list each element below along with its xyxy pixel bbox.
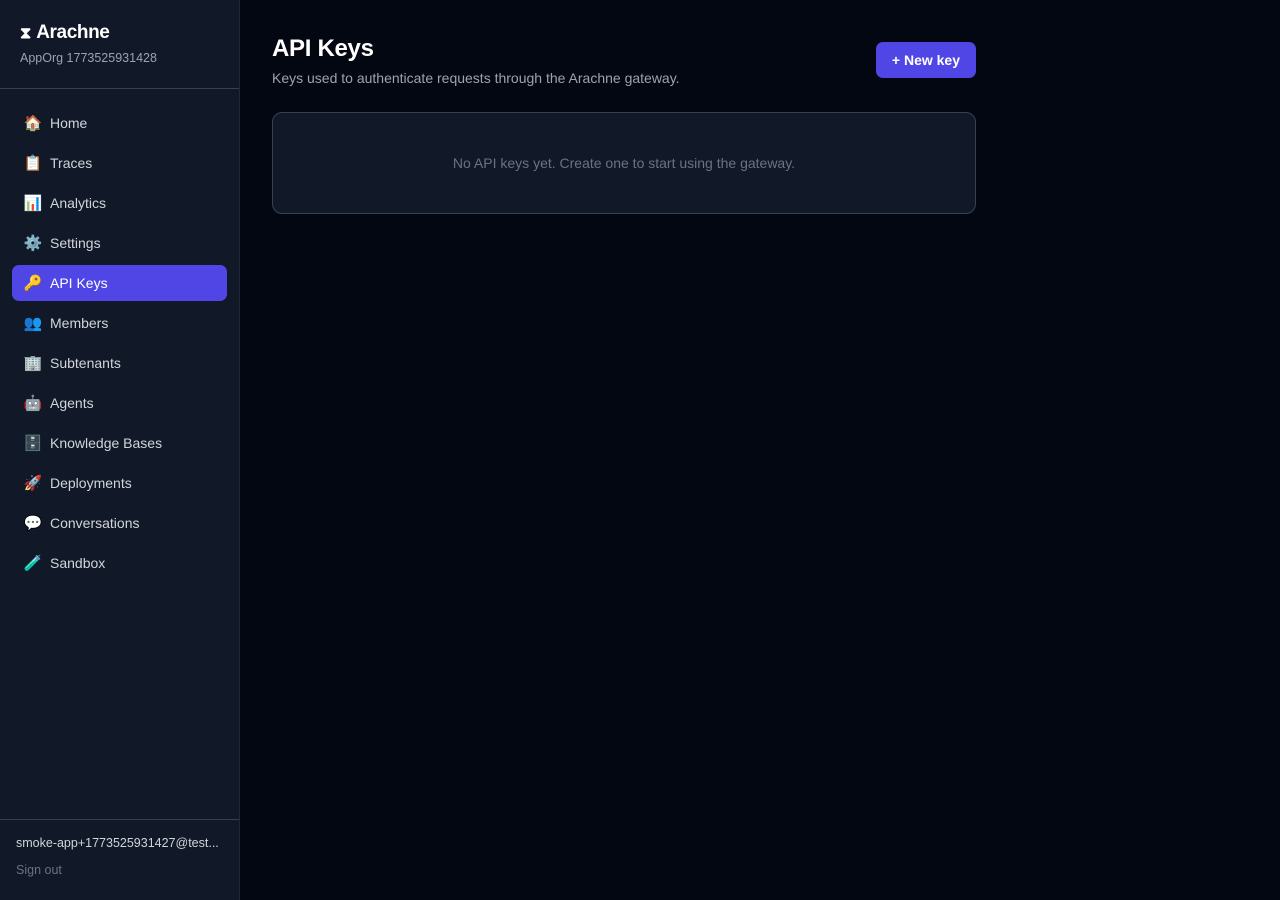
sidebar-item-agents[interactable]: 🤖 Agents xyxy=(12,385,227,421)
building-icon: 🏢 xyxy=(23,354,43,372)
home-icon: 🏠 xyxy=(23,114,43,132)
sidebar-item-label: Members xyxy=(50,315,109,331)
sidebar-footer: smoke-app+1773525931427@test... Sign out xyxy=(0,819,239,900)
sidebar-item-traces[interactable]: 📋 Traces xyxy=(12,145,227,181)
sidebar-item-label: Traces xyxy=(50,155,93,171)
file-cabinet-icon: 🗄️ xyxy=(23,434,43,452)
user-email: smoke-app+1773525931427@test... xyxy=(16,836,219,850)
brand-row: ⧗ Arachne xyxy=(20,22,219,44)
gear-icon: ⚙️ xyxy=(23,234,43,252)
sidebar-item-subtenants[interactable]: 🏢 Subtenants xyxy=(12,345,227,381)
sidebar-item-label: Home xyxy=(50,115,88,131)
sidebar-item-label: Knowledge Bases xyxy=(50,435,163,451)
sidebar-item-conversations[interactable]: 💬 Conversations xyxy=(12,505,227,541)
robot-icon: 🤖 xyxy=(23,394,43,412)
sidebar-item-deployments[interactable]: 🚀 Deployments xyxy=(12,465,227,501)
sidebar-item-home[interactable]: 🏠 Home xyxy=(12,105,227,141)
sidebar-item-settings[interactable]: ⚙️ Settings xyxy=(12,225,227,261)
sidebar: ⧗ Arachne AppOrg 1773525931428 🏠 Home 📋 Tra… xyxy=(0,0,240,900)
sidebar-nav: 🏠 Home 📋 Traces 📊 Analytics ⚙️ Settings 🔑 API Key… xyxy=(0,89,239,819)
empty-state-card: No API keys yet. Create one to start usi… xyxy=(272,112,976,214)
people-icon: 👥 xyxy=(23,314,43,332)
empty-state-message: No API keys yet. Create one to start usi… xyxy=(452,155,796,171)
sidebar-item-label: Settings xyxy=(50,235,101,251)
bar-chart-icon: 📊 xyxy=(23,194,43,212)
test-tube-icon: 🧪 xyxy=(23,554,43,572)
sidebar-item-label: Deployments xyxy=(50,475,132,491)
new-key-button[interactable]: + New key xyxy=(875,42,976,78)
page-header: API Keys Keys used to authenticate reque… xyxy=(272,34,976,86)
arachne-logo-icon: ⧗ xyxy=(20,23,32,42)
page-heading-group: API Keys Keys used to authenticate reque… xyxy=(272,34,680,86)
sidebar-item-knowledge-bases[interactable]: 🗄️ Knowledge Bases xyxy=(12,425,227,461)
key-icon: 🔑 xyxy=(23,274,43,292)
sidebar-item-label: Analytics xyxy=(50,195,107,211)
sign-out-link[interactable]: Sign out xyxy=(16,863,62,877)
org-name: AppOrg 1773525931428 xyxy=(20,51,157,65)
page-subtitle: Keys used to authenticate requests throu… xyxy=(272,70,680,86)
sidebar-item-label: Conversations xyxy=(50,515,140,531)
brand-name: Arachne xyxy=(36,22,110,43)
sidebar-item-label: Agents xyxy=(50,395,94,411)
sidebar-item-label: Subtenants xyxy=(50,355,121,371)
page-title: API Keys xyxy=(272,35,374,62)
speech-bubble-icon: 💬 xyxy=(23,514,43,532)
main-content: API Keys Keys used to authenticate reque… xyxy=(240,0,1280,900)
brand-header: ⧗ Arachne AppOrg 1773525931428 xyxy=(0,0,239,89)
sidebar-item-api-keys[interactable]: 🔑 API Keys xyxy=(12,265,227,301)
sidebar-item-analytics[interactable]: 📊 Analytics xyxy=(12,185,227,221)
sidebar-item-label: API Keys xyxy=(50,275,108,291)
sidebar-item-members[interactable]: 👥 Members xyxy=(12,305,227,341)
app-root: ⧗ Arachne AppOrg 1773525931428 🏠 Home 📋 Tra… xyxy=(0,0,1280,900)
clipboard-icon: 📋 xyxy=(23,154,43,172)
sidebar-item-label: Sandbox xyxy=(50,555,106,571)
rocket-icon: 🚀 xyxy=(23,474,43,492)
sidebar-item-sandbox[interactable]: 🧪 Sandbox xyxy=(12,545,227,581)
